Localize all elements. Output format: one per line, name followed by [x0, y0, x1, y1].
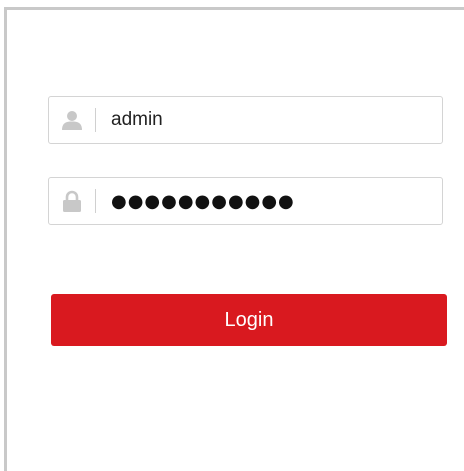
- username-field[interactable]: [48, 96, 443, 144]
- user-icon: [49, 97, 95, 143]
- password-input[interactable]: [96, 178, 442, 224]
- login-button[interactable]: Login: [51, 294, 447, 346]
- username-input[interactable]: [96, 97, 442, 143]
- login-panel: Login: [4, 7, 464, 471]
- lock-icon: [49, 178, 95, 224]
- password-field[interactable]: [48, 177, 443, 225]
